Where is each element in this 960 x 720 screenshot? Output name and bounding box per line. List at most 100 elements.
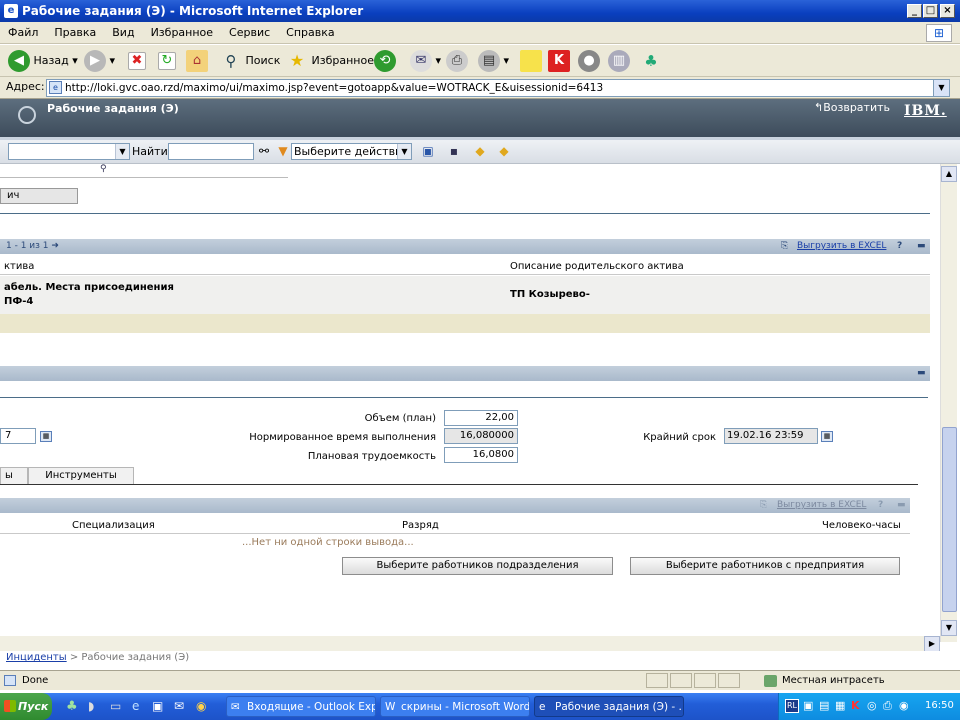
tray-printer-icon[interactable]: ⎙: [883, 699, 892, 713]
forward-button[interactable]: ▶ ▾: [84, 50, 115, 72]
mail-button[interactable]: ✉ ▾: [410, 50, 441, 72]
menu-favorites[interactable]: Избранное: [143, 22, 221, 44]
minimize-button[interactable]: _: [907, 4, 922, 18]
messenger-button[interactable]: ●: [578, 50, 600, 72]
asset-description-line1: абель. Места присоединения: [4, 282, 174, 293]
favorites-button[interactable]: ★ Избранное: [286, 50, 374, 72]
collapse-icon[interactable]: ▬: [897, 498, 906, 513]
select-dept-workers-button[interactable]: Выберите работников подразделения: [342, 557, 613, 575]
tab-partial[interactable]: ы: [0, 467, 28, 485]
partial-date-field[interactable]: 7: [0, 428, 36, 444]
kaspersky-button[interactable]: K: [548, 50, 570, 72]
export-excel-link[interactable]: Выгрузить в EXCEL: [797, 239, 886, 254]
breadcrumb-incidents-link[interactable]: Инциденты: [6, 652, 67, 663]
back-button[interactable]: ◀ Назад ▾: [8, 50, 78, 72]
address-dropdown-icon[interactable]: ▼: [933, 80, 949, 96]
action-select[interactable]: Выберите действие ▼: [291, 143, 412, 160]
word-icon: W: [385, 701, 396, 713]
scroll-right-icon[interactable]: ▶: [924, 636, 940, 652]
task-ie-active[interactable]: e Рабочие задания (Э) - ...: [534, 696, 684, 717]
binoculars-icon[interactable]: ⚯: [256, 143, 272, 159]
export-icon[interactable]: ⎘: [760, 498, 767, 513]
menu-tools[interactable]: Сервис: [221, 22, 278, 44]
quicklaunch-tree-icon[interactable]: ♣: [66, 699, 78, 714]
col-asset-header: ктива: [4, 261, 35, 272]
menu-view[interactable]: Вид: [104, 22, 142, 44]
address-input[interactable]: e http://loki.gvc.oao.rzd/maximo/ui/maxi…: [46, 79, 950, 97]
table-row[interactable]: абель. Места присоединения ПФ-4 ТП Козыр…: [0, 276, 930, 314]
previous-record-icon[interactable]: ◆: [472, 143, 488, 159]
scroll-down-icon[interactable]: ▼: [941, 620, 957, 636]
status-pane: [670, 673, 692, 688]
labor-field[interactable]: 16,0800: [444, 447, 518, 463]
help-icon[interactable]: ?: [897, 239, 902, 254]
menu-edit[interactable]: Правка: [46, 22, 104, 44]
maximize-button[interactable]: □: [923, 4, 938, 18]
tray-monitor-icon[interactable]: ▤: [819, 699, 829, 712]
lookup-icon[interactable]: ⚲: [100, 164, 107, 174]
next-page-icon[interactable]: ➜: [51, 241, 59, 251]
menu-file[interactable]: Файл: [0, 22, 46, 44]
partial-text-field[interactable]: ич: [0, 188, 78, 204]
vertical-scrollbar[interactable]: ▲ ▼: [940, 164, 957, 642]
status-pane: [694, 673, 716, 688]
clock[interactable]: 16:50: [925, 700, 954, 711]
deadline-field[interactable]: 19.02.16 23:59: [724, 428, 818, 444]
stop-button[interactable]: ✖: [128, 50, 146, 72]
scroll-up-icon[interactable]: ▲: [941, 166, 957, 182]
tray-shield-icon[interactable]: ◎: [867, 699, 877, 712]
collapse-icon[interactable]: ▬: [917, 366, 926, 381]
select-company-workers-button[interactable]: Выберите работников с предприятия: [630, 557, 900, 575]
print-button[interactable]: ⎙: [446, 50, 468, 72]
save-icon[interactable]: ▪: [446, 143, 462, 159]
next-record-icon[interactable]: ◆: [496, 143, 512, 159]
messenger-people-button[interactable]: ♣: [640, 50, 662, 72]
quicklaunch-desktop-icon[interactable]: ▣: [152, 699, 163, 713]
search-button[interactable]: ⚲ Поиск: [220, 50, 281, 72]
back-arrow-icon: ◀: [8, 50, 30, 72]
tray-device-icon[interactable]: ▦: [835, 699, 845, 712]
scroll-thumb[interactable]: [942, 427, 957, 612]
refresh-button[interactable]: ↻: [158, 50, 176, 72]
quicklaunch-drive-icon[interactable]: ▭: [110, 699, 121, 713]
edit-button[interactable]: ▤ ▾: [478, 50, 509, 72]
task-word[interactable]: Wскрины - Microsoft Word: [380, 696, 530, 717]
window-title-bar[interactable]: e Рабочие задания (Э) - Microsoft Intern…: [0, 0, 960, 22]
filter-icon[interactable]: ▼: [275, 143, 291, 159]
quicklaunch-ie-icon[interactable]: e: [132, 699, 139, 713]
language-indicator[interactable]: RL: [785, 699, 799, 713]
calendar-icon[interactable]: ▦: [821, 431, 833, 442]
collapse-icon[interactable]: ▬: [917, 239, 926, 254]
close-button[interactable]: ×: [940, 4, 955, 18]
tray-eye-icon[interactable]: ◉: [899, 699, 909, 712]
volume-field[interactable]: 22,00: [444, 410, 518, 426]
address-url: http://loki.gvc.oao.rzd/maximo/ui/maximo…: [65, 82, 604, 94]
horizontal-scrollbar[interactable]: ▶: [0, 636, 940, 652]
menu-help[interactable]: Справка: [278, 22, 342, 44]
new-record-icon[interactable]: ▣: [420, 143, 436, 159]
research-button[interactable]: ▥: [608, 50, 630, 72]
quicklaunch-mouse-icon[interactable]: ◗: [88, 699, 94, 713]
query-select[interactable]: ▼: [8, 143, 130, 160]
calendar-icon[interactable]: ▦: [40, 431, 52, 442]
tray-kaspersky-icon[interactable]: K: [851, 699, 860, 712]
start-button[interactable]: Пуск: [0, 693, 52, 720]
quicklaunch-outlook-icon[interactable]: ✉: [174, 699, 184, 713]
help-icon[interactable]: ?: [878, 498, 883, 513]
export-icon[interactable]: ⎘: [781, 239, 788, 254]
return-link[interactable]: ↰Возвратить: [814, 101, 890, 114]
home-button[interactable]: ⌂: [186, 50, 208, 72]
find-input[interactable]: [168, 143, 254, 160]
stop-icon: ✖: [128, 52, 146, 70]
main-content: ⚲ ич 1 - 1 из 1 ➜ ⎘ Выгрузить в EXCEL ? …: [0, 164, 940, 642]
partial-lookup-field[interactable]: [0, 164, 288, 178]
tray-network-icon[interactable]: ▣: [803, 699, 813, 712]
notes-button[interactable]: [520, 50, 542, 72]
task-outlook[interactable]: ✉ Входящие - Outlook Exp...: [226, 696, 376, 717]
breadcrumb-separator: >: [66, 652, 82, 663]
history-button[interactable]: ⟲: [374, 50, 396, 72]
quicklaunch-media-icon[interactable]: ◉: [196, 699, 206, 713]
tab-tools[interactable]: Инструменты: [28, 467, 134, 485]
export-excel-link[interactable]: Выгрузить в EXCEL: [777, 498, 866, 513]
tab-partial-label: ы: [5, 470, 13, 481]
